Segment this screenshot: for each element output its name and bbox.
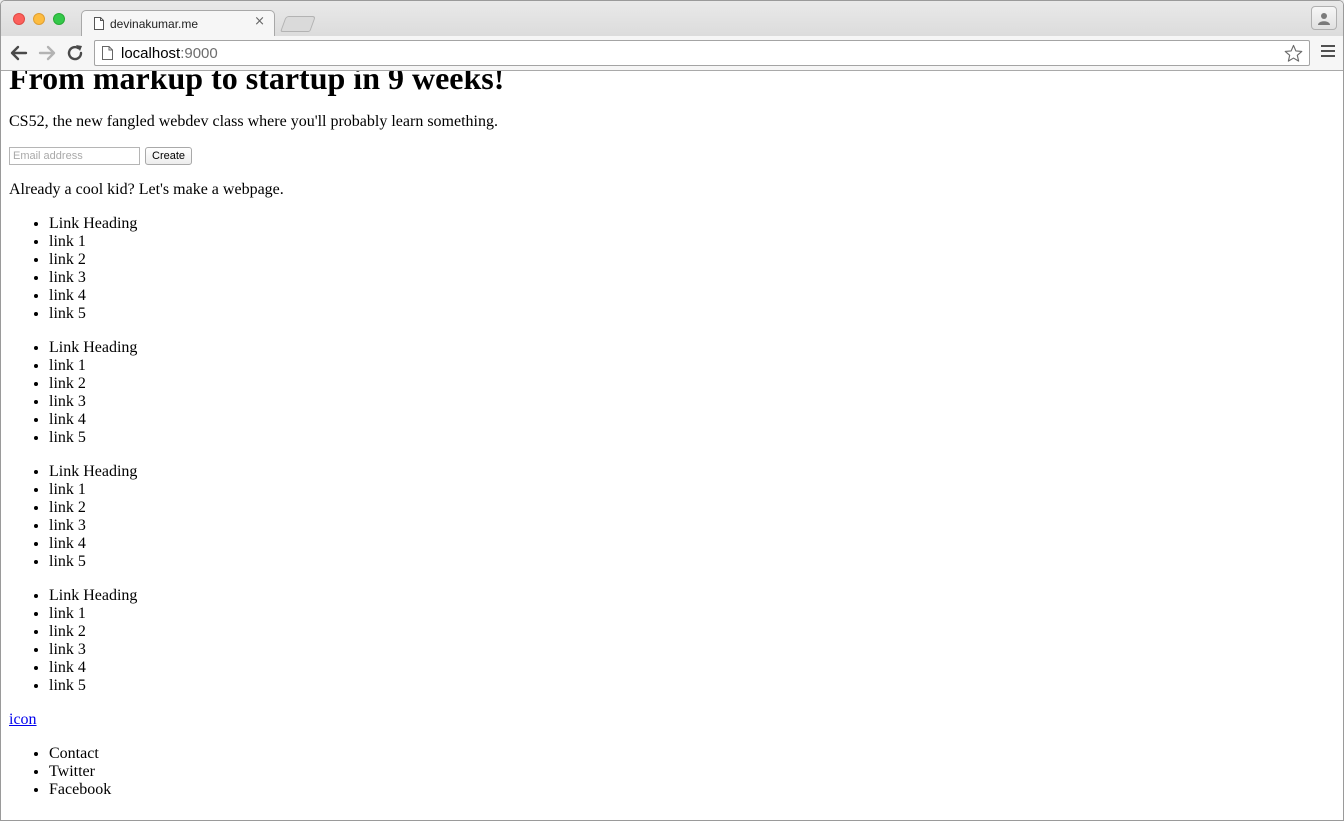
list-item[interactable]: link 5	[49, 429, 1343, 447]
profile-button[interactable]	[1311, 6, 1337, 30]
list-item[interactable]: link 4	[49, 411, 1343, 429]
browser-window: devinakumar.me × localhost:9000 From mar…	[0, 0, 1344, 821]
intro-text: CS52, the new fangled webdev class where…	[9, 113, 498, 130]
list-item[interactable]: link 5	[49, 553, 1343, 571]
list-item[interactable]: link 5	[49, 305, 1343, 323]
address-url: localhost:9000	[121, 45, 218, 62]
window-minimize-button[interactable]	[33, 13, 45, 25]
list-item[interactable]: link 3	[49, 393, 1343, 411]
link-heading: Link Heading	[49, 339, 1343, 357]
close-icon[interactable]: ×	[254, 14, 265, 29]
back-arrow-icon[interactable]	[9, 43, 29, 63]
footer-links: Contact Twitter Facebook	[9, 745, 1343, 799]
link-group-2: Link Heading link 1 link 2 link 3 link 4…	[9, 339, 1343, 447]
link-group-1: Link Heading link 1 link 2 link 3 link 4…	[9, 215, 1343, 323]
link-group-3: Link Heading link 1 link 2 link 3 link 4…	[9, 463, 1343, 571]
menu-icon[interactable]	[1321, 45, 1335, 61]
window-close-button[interactable]	[13, 13, 25, 25]
page-content: From markup to startup in 9 weeks! CS52,…	[9, 71, 1343, 815]
address-bar[interactable]: localhost:9000	[94, 40, 1310, 66]
list-item[interactable]: link 4	[49, 535, 1343, 553]
footer-link-facebook[interactable]: Facebook	[49, 781, 1343, 799]
list-item[interactable]: link 2	[49, 251, 1343, 269]
list-item[interactable]: link 3	[49, 517, 1343, 535]
footer-link-twitter[interactable]: Twitter	[49, 763, 1343, 781]
tab-title: devinakumar.me	[110, 17, 199, 31]
list-item[interactable]: link 1	[49, 357, 1343, 375]
profile-icon	[1318, 13, 1330, 25]
link-group-4: Link Heading link 1 link 2 link 3 link 4…	[9, 587, 1343, 695]
footer-link-contact[interactable]: Contact	[49, 745, 1343, 763]
list-item[interactable]: link 4	[49, 659, 1343, 677]
link-heading: Link Heading	[49, 463, 1343, 481]
link-heading: Link Heading	[49, 587, 1343, 605]
list-item[interactable]: link 1	[49, 481, 1343, 499]
url-port: :9000	[180, 45, 218, 62]
icon-link[interactable]: icon	[9, 711, 37, 728]
create-button[interactable]: Create	[145, 147, 193, 165]
list-item[interactable]: link 1	[49, 233, 1343, 251]
tab-strip: devinakumar.me ×	[1, 1, 1343, 37]
page-icon	[102, 46, 113, 60]
cta-text: Already a cool kid? Let's make a webpage…	[9, 181, 284, 198]
browser-toolbar: localhost:9000	[1, 36, 1343, 71]
list-item[interactable]: link 5	[49, 677, 1343, 695]
page-title: From markup to startup in 9 weeks!	[9, 71, 505, 96]
email-field[interactable]	[9, 147, 140, 165]
list-item[interactable]: link 1	[49, 605, 1343, 623]
list-item[interactable]: link 2	[49, 623, 1343, 641]
signup-form: Create	[9, 147, 1343, 165]
window-maximize-button[interactable]	[53, 13, 65, 25]
star-icon[interactable]	[1284, 44, 1303, 63]
list-item[interactable]: link 3	[49, 269, 1343, 287]
forward-arrow-icon[interactable]	[37, 43, 57, 63]
icon-paragraph: icon	[9, 711, 1343, 729]
page-icon	[94, 17, 104, 30]
list-item[interactable]: link 3	[49, 641, 1343, 659]
list-item[interactable]: link 4	[49, 287, 1343, 305]
list-item[interactable]: link 2	[49, 499, 1343, 517]
page-viewport: From markup to startup in 9 weeks! CS52,…	[1, 71, 1343, 820]
list-item[interactable]: link 2	[49, 375, 1343, 393]
browser-tab[interactable]: devinakumar.me ×	[81, 10, 275, 37]
new-tab-button[interactable]	[280, 16, 316, 32]
reload-icon[interactable]	[65, 43, 85, 63]
url-host: localhost	[121, 45, 181, 62]
link-heading: Link Heading	[49, 215, 1343, 233]
